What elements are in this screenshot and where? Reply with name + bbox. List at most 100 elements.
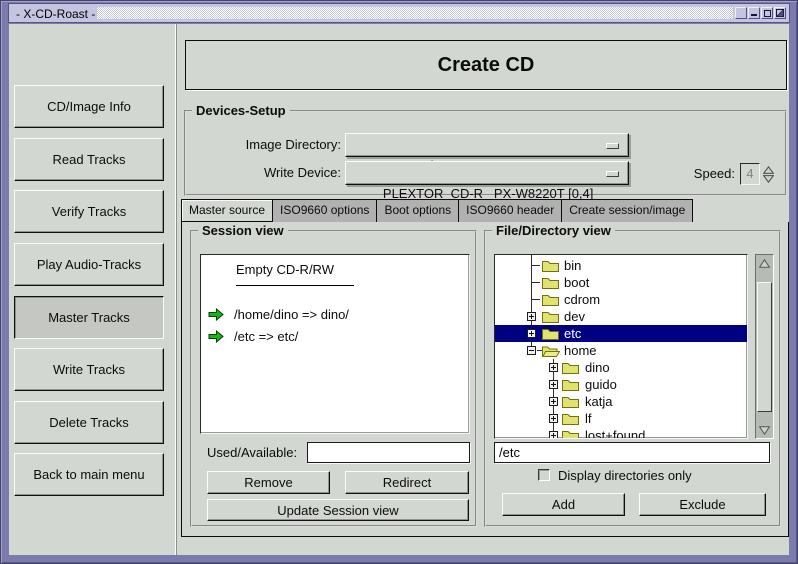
collapse-minus-icon[interactable] <box>527 346 536 355</box>
sidebar-item-verify-tracks[interactable]: Verify Tracks <box>14 190 164 233</box>
display-directories-only-label: Display directories only <box>558 468 692 483</box>
tree-item-etc[interactable]: etc <box>495 325 747 342</box>
tab-master-source[interactable]: Master source <box>181 199 273 222</box>
expand-plus-icon[interactable] <box>549 380 558 389</box>
scrollbar-thumb[interactable] <box>757 282 772 412</box>
folder-icon <box>542 276 559 289</box>
sidebar-divider <box>175 24 177 555</box>
sidebar-item-label: Read Tracks <box>53 152 126 167</box>
display-directories-only-checkbox[interactable] <box>538 469 550 481</box>
path-input[interactable] <box>494 442 770 463</box>
folder-icon <box>562 395 579 408</box>
scroll-down-button[interactable] <box>757 423 772 437</box>
folder-icon <box>542 293 559 306</box>
expand-plus-icon[interactable] <box>549 414 558 423</box>
tree-item-katja[interactable]: katja <box>495 393 747 410</box>
sidebar-item-back-to-main-menu[interactable]: Back to main menu <box>14 453 164 496</box>
redirect-button[interactable]: Redirect <box>345 471 469 494</box>
spin-down-icon[interactable] <box>763 175 774 183</box>
maximize-button[interactable] <box>761 7 773 19</box>
tree-scrollbar[interactable] <box>755 254 774 439</box>
tree-item-label: dev <box>564 309 585 324</box>
sidebar-item-cd-image-info[interactable]: CD/Image Info <box>14 85 164 128</box>
folder-icon <box>562 361 579 374</box>
sidebar-item-play-audio-tracks[interactable]: Play Audio-Tracks <box>14 243 164 286</box>
image-directory-label: Image Directory: <box>186 133 341 157</box>
sidebar-item-delete-tracks[interactable]: Delete Tracks <box>14 401 164 444</box>
spin-up-icon[interactable] <box>763 166 774 174</box>
restore-button[interactable] <box>774 7 786 19</box>
expand-plus-icon[interactable] <box>527 329 536 338</box>
session-entry[interactable]: /home/dino => dino/ <box>208 306 349 322</box>
scroll-down-icon <box>759 426 770 435</box>
folder-icon <box>542 310 559 323</box>
tree-item-bin[interactable]: bin <box>495 257 747 274</box>
speed-spinner[interactable] <box>762 163 775 185</box>
tab-boot-options[interactable]: Boot options <box>377 199 459 222</box>
tree-tick <box>531 299 540 300</box>
window-title: - X-CD-Roast - <box>16 7 95 21</box>
tree-item-lf[interactable]: lf <box>495 410 747 427</box>
minimize-icon <box>751 14 757 16</box>
scroll-up-icon <box>759 259 770 268</box>
sidebar-item-label: CD/Image Info <box>47 99 131 114</box>
tree-item-dino[interactable]: dino <box>495 359 747 376</box>
image-directory-dropdown[interactable]: Automatic <box>345 133 629 157</box>
green-arrow-icon <box>208 308 224 321</box>
tab-iso9660-header[interactable]: ISO9660 header <box>459 199 562 222</box>
update-session-view-button[interactable]: Update Session view <box>207 499 469 521</box>
file-directory-view-legend: File/Directory view <box>492 223 615 238</box>
option-menu-indicator <box>606 143 619 149</box>
option-menu-indicator <box>606 171 619 177</box>
minimize-button[interactable] <box>748 7 760 19</box>
tree-item-boot[interactable]: boot <box>495 274 747 291</box>
directory-tree[interactable]: bin boot cdrom dev <box>494 254 748 439</box>
session-list-header: Empty CD-R/RW <box>236 262 334 277</box>
tree-item-label: guido <box>585 377 617 392</box>
session-list-separator <box>236 285 354 286</box>
write-device-label: Write Device: <box>186 161 341 185</box>
tree-item-guido[interactable]: guido <box>495 376 747 393</box>
used-available-label: Used/Available: <box>207 442 297 463</box>
tree-item-label: etc <box>564 326 581 341</box>
devices-setup-legend: Devices-Setup <box>192 103 290 118</box>
speed-value: 4 <box>740 163 760 185</box>
tree-item-cdrom[interactable]: cdrom <box>495 291 747 308</box>
session-list[interactable]: Empty CD-R/RW /home/dino => dino/ /etc =… <box>200 254 470 434</box>
tab-iso9660-options[interactable]: ISO9660 options <box>273 199 377 222</box>
exclude-button[interactable]: Exclude <box>639 493 766 516</box>
folder-icon <box>542 327 559 340</box>
sidebar-item-label: Master Tracks <box>48 310 130 325</box>
write-device-dropdown[interactable]: PLEXTOR CD-R PX-W8220T [0,4] <box>345 161 629 185</box>
tree-item-label: lf <box>585 411 592 426</box>
session-entry-text: /etc => etc/ <box>234 329 298 344</box>
tree-item-label: home <box>564 343 597 358</box>
remove-button[interactable]: Remove <box>207 471 330 494</box>
expand-plus-icon[interactable] <box>549 363 558 372</box>
tree-tick <box>531 282 540 283</box>
tab-create-session-image[interactable]: Create session/image <box>562 199 693 222</box>
expand-plus-icon[interactable] <box>549 431 558 439</box>
session-entry[interactable]: /etc => etc/ <box>208 328 298 344</box>
tree-item-dev[interactable]: dev <box>495 308 747 325</box>
sidebar-item-write-tracks[interactable]: Write Tracks <box>14 348 164 391</box>
open-folder-icon <box>542 344 560 357</box>
tree-item-lost-found[interactable]: lost+found <box>495 427 747 439</box>
window-menu-button[interactable] <box>735 7 747 19</box>
sidebar-item-master-tracks[interactable]: Master Tracks <box>14 296 164 339</box>
add-button[interactable]: Add <box>502 493 625 516</box>
tree-item-home[interactable]: home <box>495 342 747 359</box>
maximize-icon <box>764 10 771 17</box>
titlebar-drag-pattern[interactable] <box>97 7 733 19</box>
sidebar-item-label: Delete Tracks <box>49 415 128 430</box>
expand-plus-icon[interactable] <box>549 397 558 406</box>
tree-tick <box>531 265 540 266</box>
tree-item-label: cdrom <box>564 292 600 307</box>
sidebar-item-read-tracks[interactable]: Read Tracks <box>14 138 164 181</box>
used-available-input[interactable] <box>307 442 470 463</box>
scroll-up-button[interactable] <box>757 256 772 270</box>
session-view-legend: Session view <box>198 223 288 238</box>
expand-plus-icon[interactable] <box>527 312 536 321</box>
tree-item-label: bin <box>564 258 581 273</box>
titlebar[interactable]: - X-CD-Roast - <box>8 3 790 23</box>
